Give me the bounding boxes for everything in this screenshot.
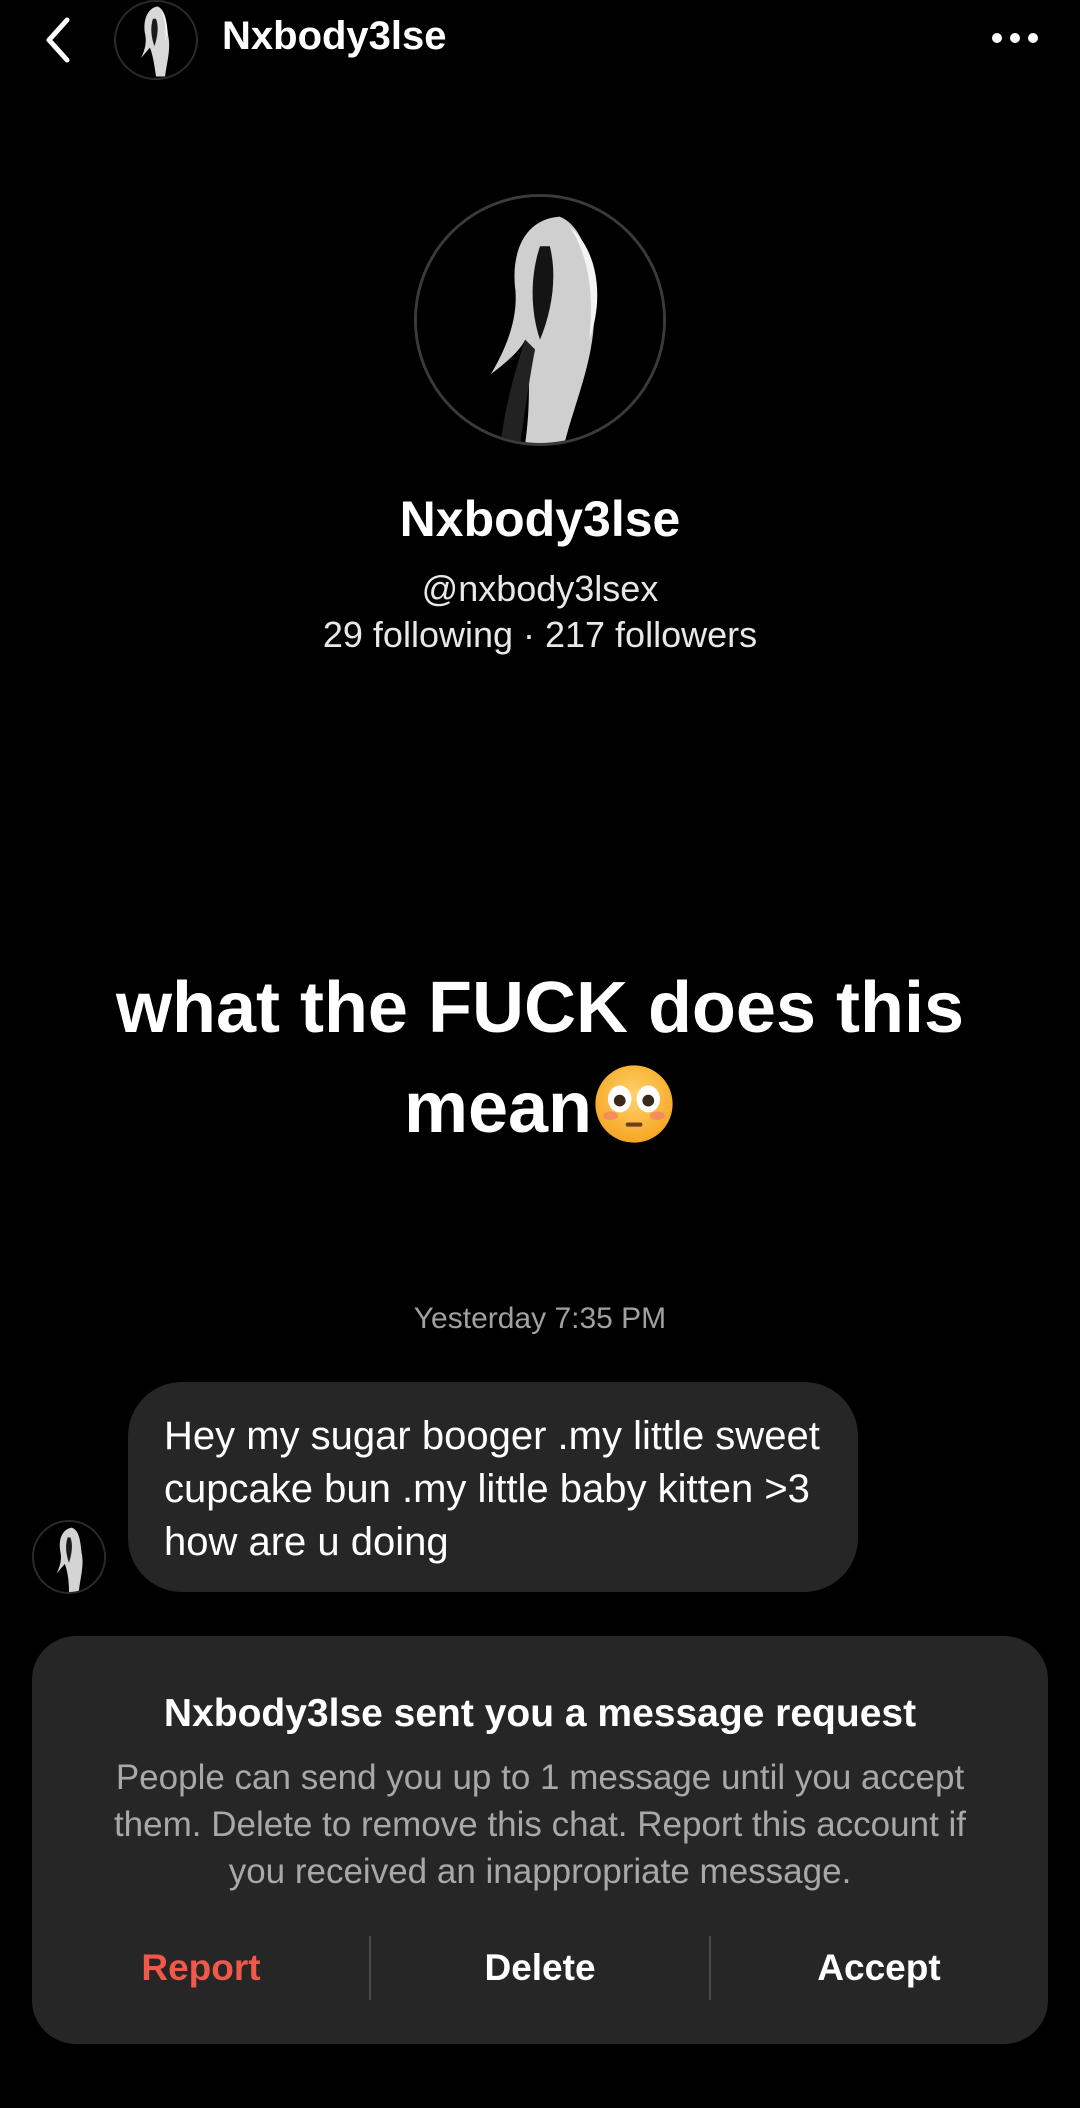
delete-button[interactable]: Delete — [370, 1936, 710, 2000]
request-title: Nxbody3lse sent you a message request — [163, 1692, 917, 1735]
hooded-figure-icon — [417, 197, 663, 443]
accept-button[interactable]: Accept — [710, 1936, 1048, 2000]
message-timestamp: Yesterday 7:35 PM — [413, 1302, 667, 1335]
header-username[interactable]: Nxbody3lse — [222, 14, 447, 59]
request-description: People can send you up to 1 message unti… — [113, 1758, 967, 1891]
message-bubble[interactable]: Hey my sugar booger .my little sweet cup… — [128, 1382, 858, 1592]
overlay-caption: what the FUCK does this mean — [40, 958, 1040, 1158]
back-button[interactable] — [30, 8, 86, 72]
hooded-figure-icon — [118, 2, 194, 78]
message-request-panel: Nxbody3lse sent you a message request Pe… — [32, 1636, 1048, 2044]
more-options-button[interactable] — [980, 14, 1050, 62]
report-button[interactable]: Report — [32, 1936, 370, 2000]
caption-text: what the FUCK does this mean — [115, 968, 965, 1148]
profile-avatar[interactable] — [414, 194, 666, 446]
sender-avatar[interactable] — [32, 1520, 106, 1594]
hooded-figure-icon — [34, 1522, 104, 1592]
request-actions: Report Delete Accept — [32, 1936, 1048, 2000]
top-bar: Nxbody3lse — [0, 0, 1080, 80]
profile-handle: @nxbody3lsex — [421, 568, 659, 609]
chevron-left-icon — [46, 17, 70, 63]
profile-stats: 29 following · 217 followers — [322, 614, 758, 655]
profile-display-name: Nxbody3lse — [399, 491, 681, 547]
header-avatar[interactable] — [114, 0, 198, 80]
more-horizontal-icon — [992, 33, 1002, 43]
flushed-face-emoji-icon — [595, 1065, 673, 1143]
